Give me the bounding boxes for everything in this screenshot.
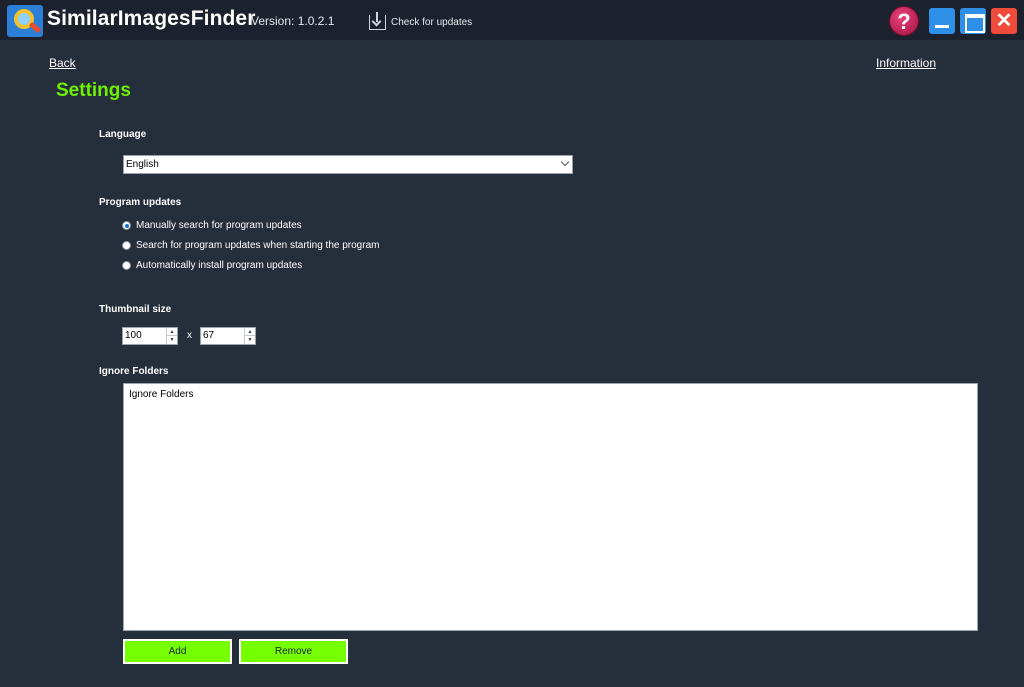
version-label: Version: 1.0.2.1 xyxy=(251,14,335,28)
ignore-folders-label: Ignore Folders xyxy=(99,366,169,377)
app-logo-icon xyxy=(7,5,43,37)
download-icon xyxy=(369,11,386,30)
maximize-button[interactable] xyxy=(960,8,986,34)
chevron-down-icon xyxy=(560,157,570,167)
radio-label: Automatically install program updates xyxy=(136,260,303,271)
size-separator: x xyxy=(187,330,192,341)
thumbnail-height-stepper[interactable]: 67 ▲ ▼ xyxy=(200,327,256,345)
radio-auto-install-updates[interactable]: Automatically install program updates xyxy=(122,260,302,271)
help-button[interactable]: ? xyxy=(889,6,919,36)
language-select[interactable]: English xyxy=(123,155,573,174)
remove-button[interactable]: Remove xyxy=(239,639,348,664)
close-button[interactable]: ✕ xyxy=(991,8,1017,34)
page-title: Settings xyxy=(56,80,131,101)
program-updates-label: Program updates xyxy=(99,197,182,208)
radio-button-checked[interactable] xyxy=(122,221,131,230)
minimize-button[interactable] xyxy=(929,8,955,34)
thumbnail-height-value: 67 xyxy=(203,330,215,341)
check-for-updates-button[interactable]: Check for updates xyxy=(369,11,473,31)
thumbnail-size-label: Thumbnail size xyxy=(99,304,172,315)
language-selected-value: English xyxy=(126,159,159,170)
back-link[interactable]: Back xyxy=(49,56,76,70)
add-button[interactable]: Add xyxy=(123,639,232,664)
title-bar: SimilarImagesFinder Version: 1.0.2.1 Che… xyxy=(0,0,1024,40)
radio-label: Manually search for program updates xyxy=(136,220,302,231)
radio-button[interactable] xyxy=(122,241,131,250)
information-link[interactable]: Information xyxy=(876,56,936,70)
radio-manual-updates[interactable]: Manually search for program updates xyxy=(122,220,302,231)
stepper-up-icon[interactable]: ▲ xyxy=(167,328,177,336)
radio-startup-updates[interactable]: Search for program updates when starting… xyxy=(122,240,379,251)
stepper-down-icon[interactable]: ▼ xyxy=(245,336,255,344)
stepper-down-icon[interactable]: ▼ xyxy=(167,336,177,344)
ignore-folders-list-placeholder: Ignore Folders xyxy=(129,389,194,400)
thumbnail-width-value: 100 xyxy=(125,330,142,341)
ignore-folders-list[interactable]: Ignore Folders xyxy=(123,383,978,631)
radio-button[interactable] xyxy=(122,261,131,270)
thumbnail-width-stepper[interactable]: 100 ▲ ▼ xyxy=(122,327,178,345)
radio-label: Search for program updates when starting… xyxy=(136,240,380,251)
language-label: Language xyxy=(99,129,147,140)
check-for-updates-label: Check for updates xyxy=(391,16,473,28)
stepper-up-icon[interactable]: ▲ xyxy=(245,328,255,336)
app-title: SimilarImagesFinder xyxy=(47,7,256,30)
